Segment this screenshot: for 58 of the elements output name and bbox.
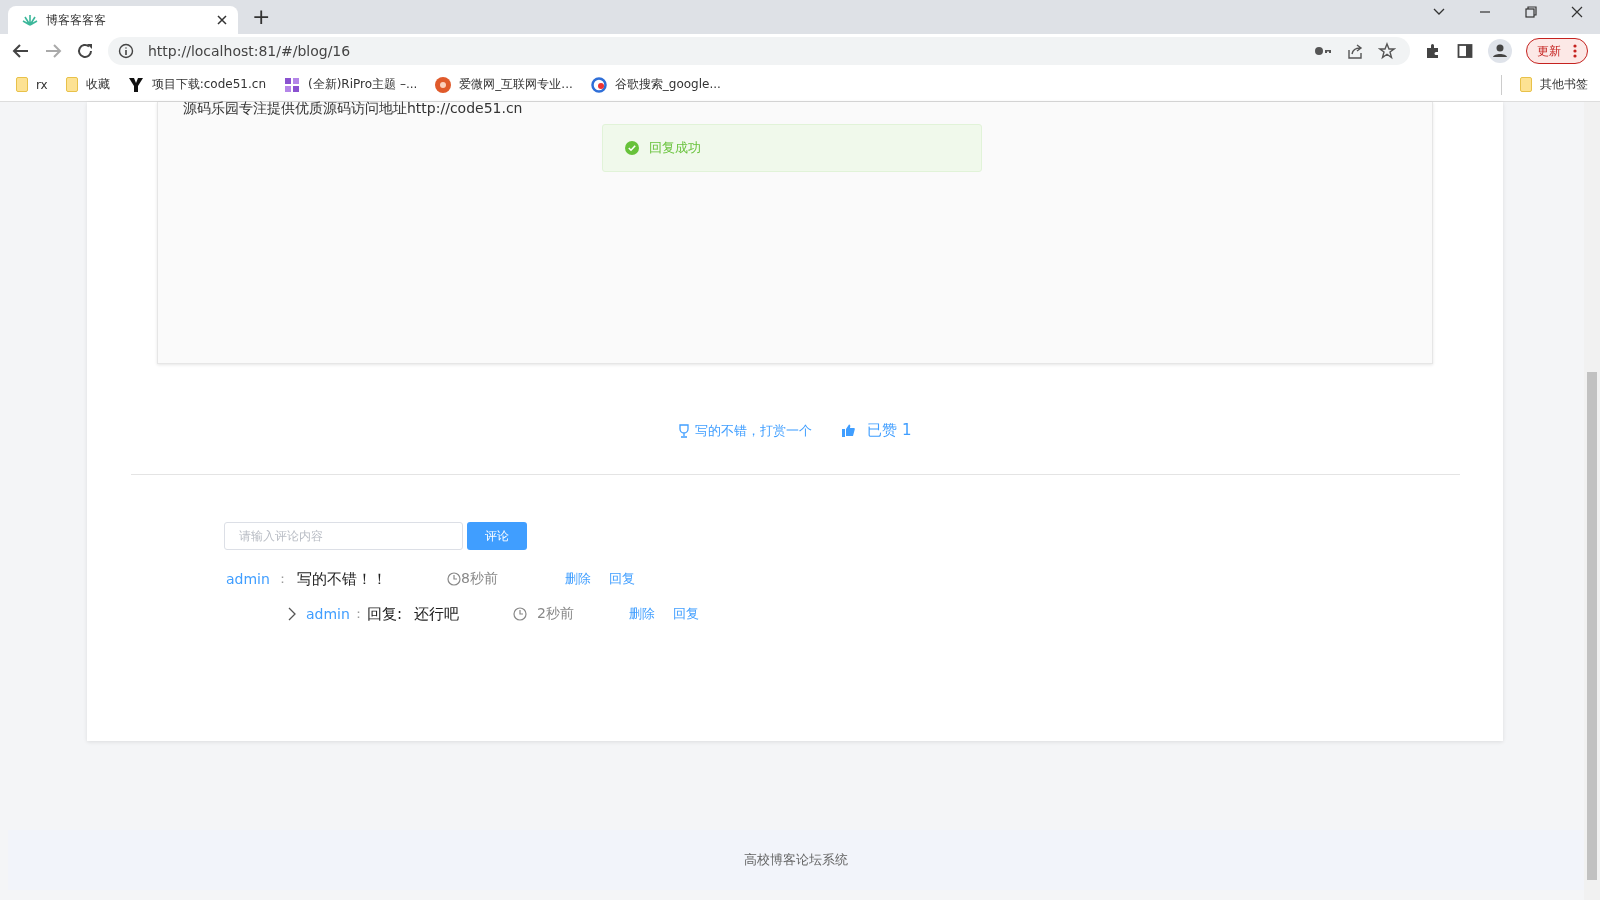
bookmark[interactable]: 收藏 (65, 76, 110, 93)
clock-icon (512, 607, 527, 621)
bookmark-label: 收藏 (85, 76, 110, 93)
reload-icon[interactable] (76, 42, 94, 60)
bookmark-label: 谷歌搜索_google... (614, 76, 721, 93)
clock-icon (446, 572, 461, 586)
bookmark-label: 其他书签 (1540, 76, 1588, 93)
search-logo-icon (590, 76, 607, 93)
colon: ： (275, 570, 289, 588)
bookmark-label: rx (36, 77, 48, 92)
y-logo-icon (127, 76, 144, 93)
bookmark[interactable]: 谷歌搜索_google... (590, 76, 721, 93)
article-text: 源码乐园专注提供优质源码访问地址http://code51.cn (182, 101, 524, 115)
comment-time: 2秒前 (512, 605, 629, 623)
leaf-icon (22, 14, 38, 26)
key-icon[interactable] (1314, 45, 1332, 57)
bookmark-label: 项目下载:code51.cn (151, 76, 266, 93)
bookmark[interactable]: 爱微网_互联网专业... (435, 76, 573, 93)
colon: ： (351, 605, 365, 623)
trophy-icon (678, 423, 691, 438)
more-icon (1573, 44, 1577, 58)
folder-icon (1520, 77, 1532, 92)
bookmark-label: (全新)RiPro主题 –... (308, 76, 418, 93)
toast-message: 回复成功 (649, 139, 701, 157)
comment-text: 还行吧 (413, 604, 459, 624)
browser-tab[interactable]: 博客客客客 (8, 6, 238, 34)
thumbs-up-icon (842, 424, 856, 437)
grid-logo-icon (284, 76, 300, 93)
reply-prefix: 回复: (366, 604, 402, 624)
new-tab-button[interactable]: + (252, 3, 271, 31)
star-icon[interactable] (1378, 42, 1396, 60)
check-circle-icon (625, 141, 639, 155)
bookmark[interactable]: 项目下载:code51.cn (127, 76, 266, 93)
folder-icon (65, 77, 78, 92)
bookmark[interactable]: (全新)RiPro主题 –... (284, 76, 418, 93)
info-icon (118, 43, 134, 59)
side-panel-icon[interactable] (1456, 42, 1474, 60)
close-icon[interactable] (216, 14, 228, 26)
circle-logo-icon (435, 76, 452, 93)
close-icon[interactable] (1570, 5, 1584, 19)
chevron-right-icon (288, 607, 296, 621)
address-bar[interactable]: http://localhost:81/#/blog/16 (108, 37, 1410, 65)
bookmark[interactable]: rx (16, 77, 48, 92)
scrollbar[interactable] (1584, 102, 1600, 900)
url-text: http://localhost:81/#/blog/16 (148, 43, 351, 59)
comment-text: 写的不错！！ (296, 569, 387, 589)
bookmark[interactable]: 其他书签 (1520, 76, 1588, 93)
update-button[interactable]: 更新 (1526, 38, 1588, 64)
footer-text: 高校博客论坛系统 (744, 851, 848, 869)
folder-icon (16, 77, 28, 92)
back-icon[interactable] (12, 42, 30, 60)
comment-time: 8秒前 (446, 570, 565, 588)
profile-icon[interactable] (1488, 39, 1512, 63)
tab-title: 博客客客客 (46, 11, 107, 29)
comment-input[interactable]: 请输入评论内容 (224, 522, 463, 550)
restore-icon[interactable] (1524, 5, 1538, 19)
share-icon[interactable] (1346, 42, 1364, 60)
bookmark-label: 爱微网_互联网专业... (459, 76, 573, 93)
